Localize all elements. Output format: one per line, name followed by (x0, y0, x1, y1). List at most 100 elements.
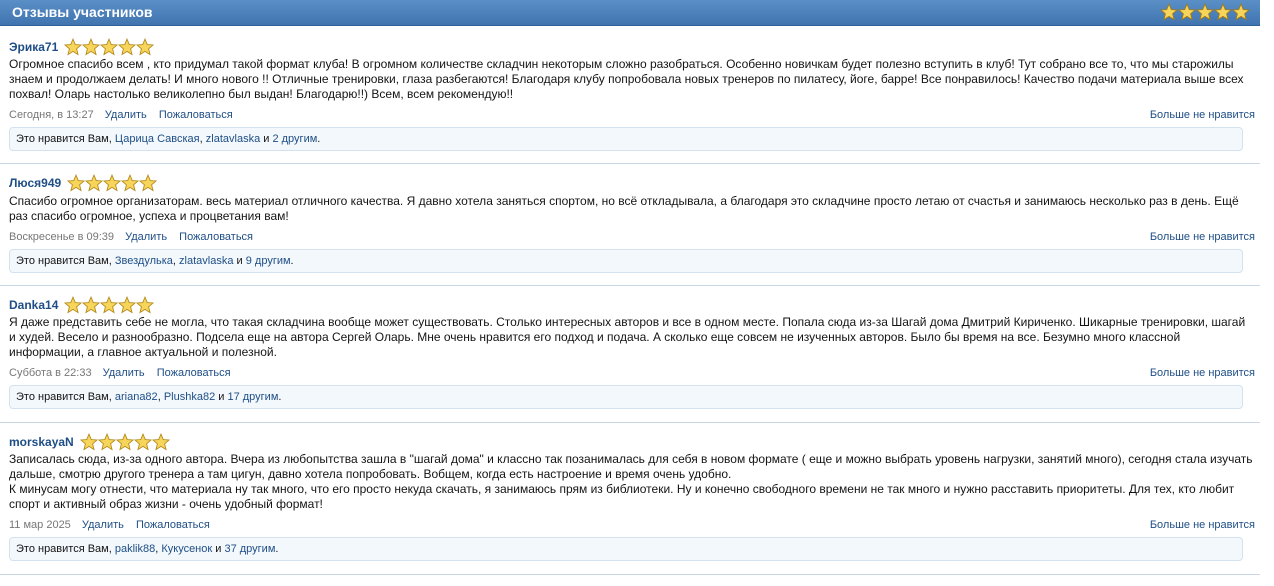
review-rating-stars (67, 174, 158, 192)
unlike-link[interactable]: Больше не нравится (1150, 230, 1255, 245)
star-icon (1160, 3, 1178, 21)
likes-box: Это нравится Вам, Звездулька, zlatavlask… (9, 249, 1243, 273)
review-text: Записалась сюда, из-за одного автора. Вч… (9, 452, 1253, 511)
review-date: 11 мар 2025 (9, 519, 71, 531)
review-item: Эрика71 Огромное спасибо всем , кто прид… (0, 37, 1260, 164)
likes-box: Это нравится Вам, Царица Савская, zlatav… (9, 127, 1243, 151)
star-icon (97, 433, 116, 451)
review-meta: Воскресенье в 09:39 Удалить Пожаловаться… (9, 230, 1255, 245)
star-icon (115, 433, 134, 451)
review-item: Люся949 Спасибо огромное организаторам. … (0, 173, 1260, 286)
likes-others-link[interactable]: 2 другим (272, 133, 317, 145)
likes-separator: , (199, 133, 203, 145)
review-text: Огромное спасибо всем , кто придумал так… (9, 57, 1244, 101)
delete-link[interactable]: Удалить (82, 519, 124, 531)
report-link[interactable]: Пожаловаться (136, 519, 210, 531)
likes-separator: , (172, 255, 176, 267)
star-icon (103, 174, 122, 192)
star-icon (133, 433, 152, 451)
star-icon (118, 38, 137, 56)
likes-others-link[interactable]: 17 другим (227, 391, 278, 403)
likes-end: . (290, 255, 294, 267)
star-icon (67, 174, 86, 192)
likes-others-link[interactable]: 9 другим (246, 255, 291, 267)
review-username[interactable]: Люся949 (9, 176, 61, 190)
unlike-link[interactable]: Больше не нравится (1150, 518, 1255, 533)
review-text: Спасибо огромное организаторам. весь мат… (9, 194, 1239, 223)
unlike-link[interactable]: Больше не нравится (1150, 108, 1255, 123)
report-link[interactable]: Пожаловаться (157, 367, 231, 379)
star-icon (64, 38, 83, 56)
likes-end: . (278, 391, 282, 403)
star-icon (136, 296, 155, 314)
star-icon (85, 174, 104, 192)
review-head: morskayaN (9, 432, 170, 452)
review-username[interactable]: morskayaN (9, 435, 74, 449)
unlike-link[interactable]: Больше не нравится (1150, 366, 1255, 381)
likes-prefix: Это нравится Вам, (16, 543, 112, 555)
liker-link[interactable]: paklik88 (115, 543, 155, 555)
liker-link[interactable]: zlatavlaska (206, 133, 260, 145)
likes-prefix: Это нравится Вам, (16, 391, 112, 403)
star-icon (100, 296, 119, 314)
review-rating-stars (64, 296, 155, 314)
likes-others-link[interactable]: 37 другим (224, 543, 275, 555)
liker-link[interactable]: Царица Савская (115, 133, 200, 145)
review-head: Эрика71 (9, 37, 155, 57)
liker-link[interactable]: Plushka82 (164, 391, 215, 403)
review-meta: 11 мар 2025 Удалить Пожаловаться Больше … (9, 518, 1255, 533)
star-icon (64, 296, 83, 314)
section-title: Отзывы участников (12, 4, 153, 20)
likes-and: и (263, 133, 270, 145)
liker-link[interactable]: zlatavlaska (179, 255, 233, 267)
review-item: morskayaN Записалась сюда, из-за одного … (0, 432, 1260, 575)
liker-link[interactable]: Звездулька (115, 255, 173, 267)
review-date: Суббота в 22:33 (9, 367, 92, 379)
star-icon (79, 433, 98, 451)
star-icon (82, 296, 101, 314)
star-icon (1196, 3, 1214, 21)
review-date: Сегодня, в 13:27 (9, 109, 94, 121)
likes-separator: , (155, 543, 159, 555)
review-username[interactable]: Danka14 (9, 298, 58, 312)
review-date: Воскресенье в 09:39 (9, 231, 115, 243)
likes-and: и (215, 543, 222, 555)
likes-end: . (275, 543, 279, 555)
likes-and: и (236, 255, 243, 267)
liker-link[interactable]: ariana82 (115, 391, 158, 403)
review-meta: Сегодня, в 13:27 Удалить Пожаловаться Бо… (9, 108, 1255, 123)
likes-prefix: Это нравится Вам, (16, 255, 112, 267)
likes-box: Это нравится Вам, paklik88, Кукусенок и … (9, 537, 1243, 561)
star-icon (1178, 3, 1196, 21)
delete-link[interactable]: Удалить (103, 367, 145, 379)
header-rating-stars (1160, 3, 1250, 21)
star-icon (121, 174, 140, 192)
delete-link[interactable]: Удалить (125, 231, 167, 243)
review-rating-stars (79, 433, 170, 451)
report-link[interactable]: Пожаловаться (159, 109, 233, 121)
likes-and: и (218, 391, 225, 403)
liker-link[interactable]: Кукусенок (161, 543, 212, 555)
likes-end: . (317, 133, 321, 145)
star-icon (136, 38, 155, 56)
star-icon (1214, 3, 1232, 21)
review-head: Danka14 (9, 295, 155, 315)
likes-separator: , (157, 391, 161, 403)
likes-box: Это нравится Вам, ariana82, Plushka82 и … (9, 385, 1243, 409)
review-rating-stars (64, 38, 155, 56)
section-header: Отзывы участников (0, 0, 1260, 26)
review-head: Люся949 (9, 173, 158, 193)
star-icon (1232, 3, 1250, 21)
review-username[interactable]: Эрика71 (9, 40, 58, 54)
star-icon (139, 174, 158, 192)
star-icon (82, 38, 101, 56)
star-icon (118, 296, 137, 314)
report-link[interactable]: Пожаловаться (179, 231, 253, 243)
star-icon (100, 38, 119, 56)
review-text: Я даже представить себе не могла, что та… (9, 315, 1246, 359)
delete-link[interactable]: Удалить (105, 109, 147, 121)
review-meta: Суббота в 22:33 Удалить Пожаловаться Бол… (9, 366, 1255, 381)
star-icon (151, 433, 170, 451)
likes-prefix: Это нравится Вам, (16, 133, 112, 145)
review-item: Danka14 Я даже представить себе не могла… (0, 295, 1260, 423)
